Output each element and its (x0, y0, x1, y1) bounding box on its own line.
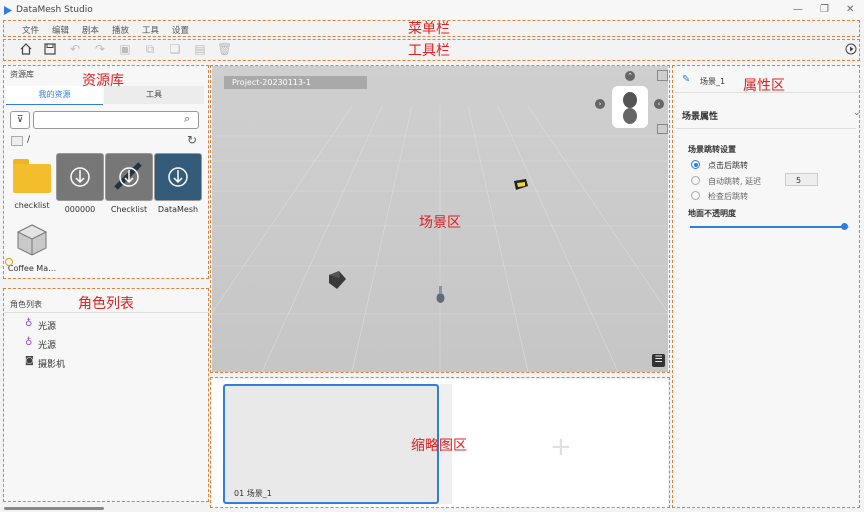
asset-path: / (27, 135, 31, 145)
download-icon (105, 153, 153, 201)
light-bulb-icon: ♁ (25, 337, 33, 348)
camera-object[interactable] (326, 269, 348, 291)
annotation-thumbnail-area: 缩略图区 (411, 438, 467, 454)
list-icon[interactable]: ☰ (652, 354, 665, 367)
gizmo-up-icon[interactable]: ⌃ (625, 71, 635, 81)
project-name-label: Project-20230113-1 (224, 76, 367, 89)
close-icon[interactable]: ✕ (846, 4, 854, 15)
group-icon[interactable]: ▣ (118, 42, 132, 56)
asset-label: Checklist (110, 205, 148, 214)
play-icon[interactable] (844, 43, 858, 57)
radio-auto-jump[interactable] (691, 176, 700, 185)
search-icon[interactable]: ⌕ (184, 112, 190, 126)
delay-input[interactable]: 5 (785, 173, 818, 186)
warning-icon (5, 258, 13, 266)
annotation-scene-area: 场景区 (419, 215, 461, 231)
folder-small-icon (11, 136, 23, 146)
view-gizmo[interactable] (612, 86, 648, 128)
asset-label: checklist (14, 201, 50, 210)
opacity-label: 地面不透明度 (688, 209, 736, 218)
home-icon[interactable] (19, 42, 33, 56)
radio-click-jump[interactable] (691, 160, 700, 169)
option-label: 检查后跳转 (708, 192, 748, 201)
refresh-icon[interactable]: ↻ (187, 133, 197, 147)
add-scene-icon[interactable]: + (550, 432, 572, 462)
section-divider (676, 128, 856, 129)
screenshot-icon[interactable] (657, 70, 668, 81)
edit-icon[interactable]: ✎ (682, 74, 690, 85)
asset-library-header: 资源库 (10, 70, 34, 79)
asset-search-input[interactable] (33, 111, 199, 129)
gizmo-left-icon[interactable]: › (595, 99, 605, 109)
asset-label: DataMesh (157, 205, 199, 214)
menu-tools[interactable]: 工具 (142, 24, 159, 36)
menu-file[interactable]: 文件 (22, 24, 39, 36)
ungroup-icon[interactable]: ⧉ (143, 42, 157, 56)
option-label: 自动跳转, 延迟 (708, 177, 762, 186)
menu-script[interactable]: 剧本 (82, 24, 99, 36)
annotation-menubar: 菜单栏 (408, 21, 450, 37)
light-bulb-icon: ♁ (25, 318, 33, 329)
asset-item[interactable]: checklist (8, 153, 56, 210)
section-title: 场景属性 (682, 112, 719, 122)
save-icon[interactable] (43, 42, 57, 56)
download-icon (154, 153, 202, 201)
light-object[interactable] (512, 178, 530, 192)
jump-settings-title: 场景跳转设置 (688, 145, 736, 154)
redo-icon[interactable]: ↷ (93, 42, 107, 56)
gizmo-right-icon[interactable]: ‹ (654, 99, 664, 109)
asset-label: 000000 (64, 205, 96, 214)
filter-button[interactable]: ⊽ (10, 111, 30, 129)
menu-play[interactable]: 播放 (112, 24, 129, 36)
chevron-down-icon[interactable]: ⌄ (853, 108, 861, 118)
asset-item[interactable]: Checklist (104, 153, 154, 214)
scene-thumbnail-label: 01 场景_1 (234, 489, 272, 498)
folder-icon (13, 159, 51, 193)
asset-label: Coffee Ma… (7, 264, 57, 273)
role-list-header: 角色列表 (10, 300, 42, 309)
role-item[interactable]: 光源 (38, 319, 56, 332)
delete-icon[interactable]: 🗑 (217, 42, 232, 56)
horizontal-scrollbar[interactable] (4, 507, 104, 510)
maximize-icon[interactable]: ❐ (820, 4, 829, 15)
menu-edit[interactable]: 编辑 (52, 24, 69, 36)
paste-icon[interactable]: ▤ (193, 42, 207, 56)
role-item[interactable]: 光源 (38, 338, 56, 351)
radio-check-jump[interactable] (691, 191, 700, 200)
option-label: 点击后跳转 (708, 161, 748, 170)
asset-item[interactable]: DataMesh (153, 153, 203, 214)
undo-icon[interactable]: ↶ (68, 42, 82, 56)
minimize-icon[interactable]: — (793, 4, 803, 15)
role-list-panel (4, 289, 208, 501)
asset-item[interactable]: 000000 (55, 153, 105, 214)
annotation-toolbar: 工具栏 (408, 43, 450, 59)
annotation-role-list: 角色列表 (78, 296, 134, 312)
opacity-slider-track[interactable] (690, 223, 850, 230)
scene-name: 场景_1 (700, 77, 726, 86)
download-icon (56, 153, 104, 201)
filter-icon: ⊽ (16, 115, 24, 125)
role-item[interactable]: 摄影机 (38, 357, 65, 370)
property-panel (674, 66, 858, 508)
scene-thumbnail[interactable]: 01 场景_1 (223, 384, 439, 504)
copy-icon[interactable]: ❏ (168, 42, 182, 56)
cube-icon (14, 222, 50, 258)
asset-item[interactable]: Coffee Ma… (6, 222, 58, 273)
view-toggle-icon[interactable] (657, 124, 668, 134)
light-object[interactable] (436, 284, 445, 304)
opacity-slider-fill (690, 226, 846, 228)
menu-settings[interactable]: 设置 (172, 24, 189, 36)
annotation-property-area: 属性区 (743, 78, 785, 94)
camera-icon: ◙ (25, 356, 34, 366)
app-title: DataMesh Studio (16, 5, 93, 15)
annotation-asset-library: 资源库 (82, 73, 124, 89)
